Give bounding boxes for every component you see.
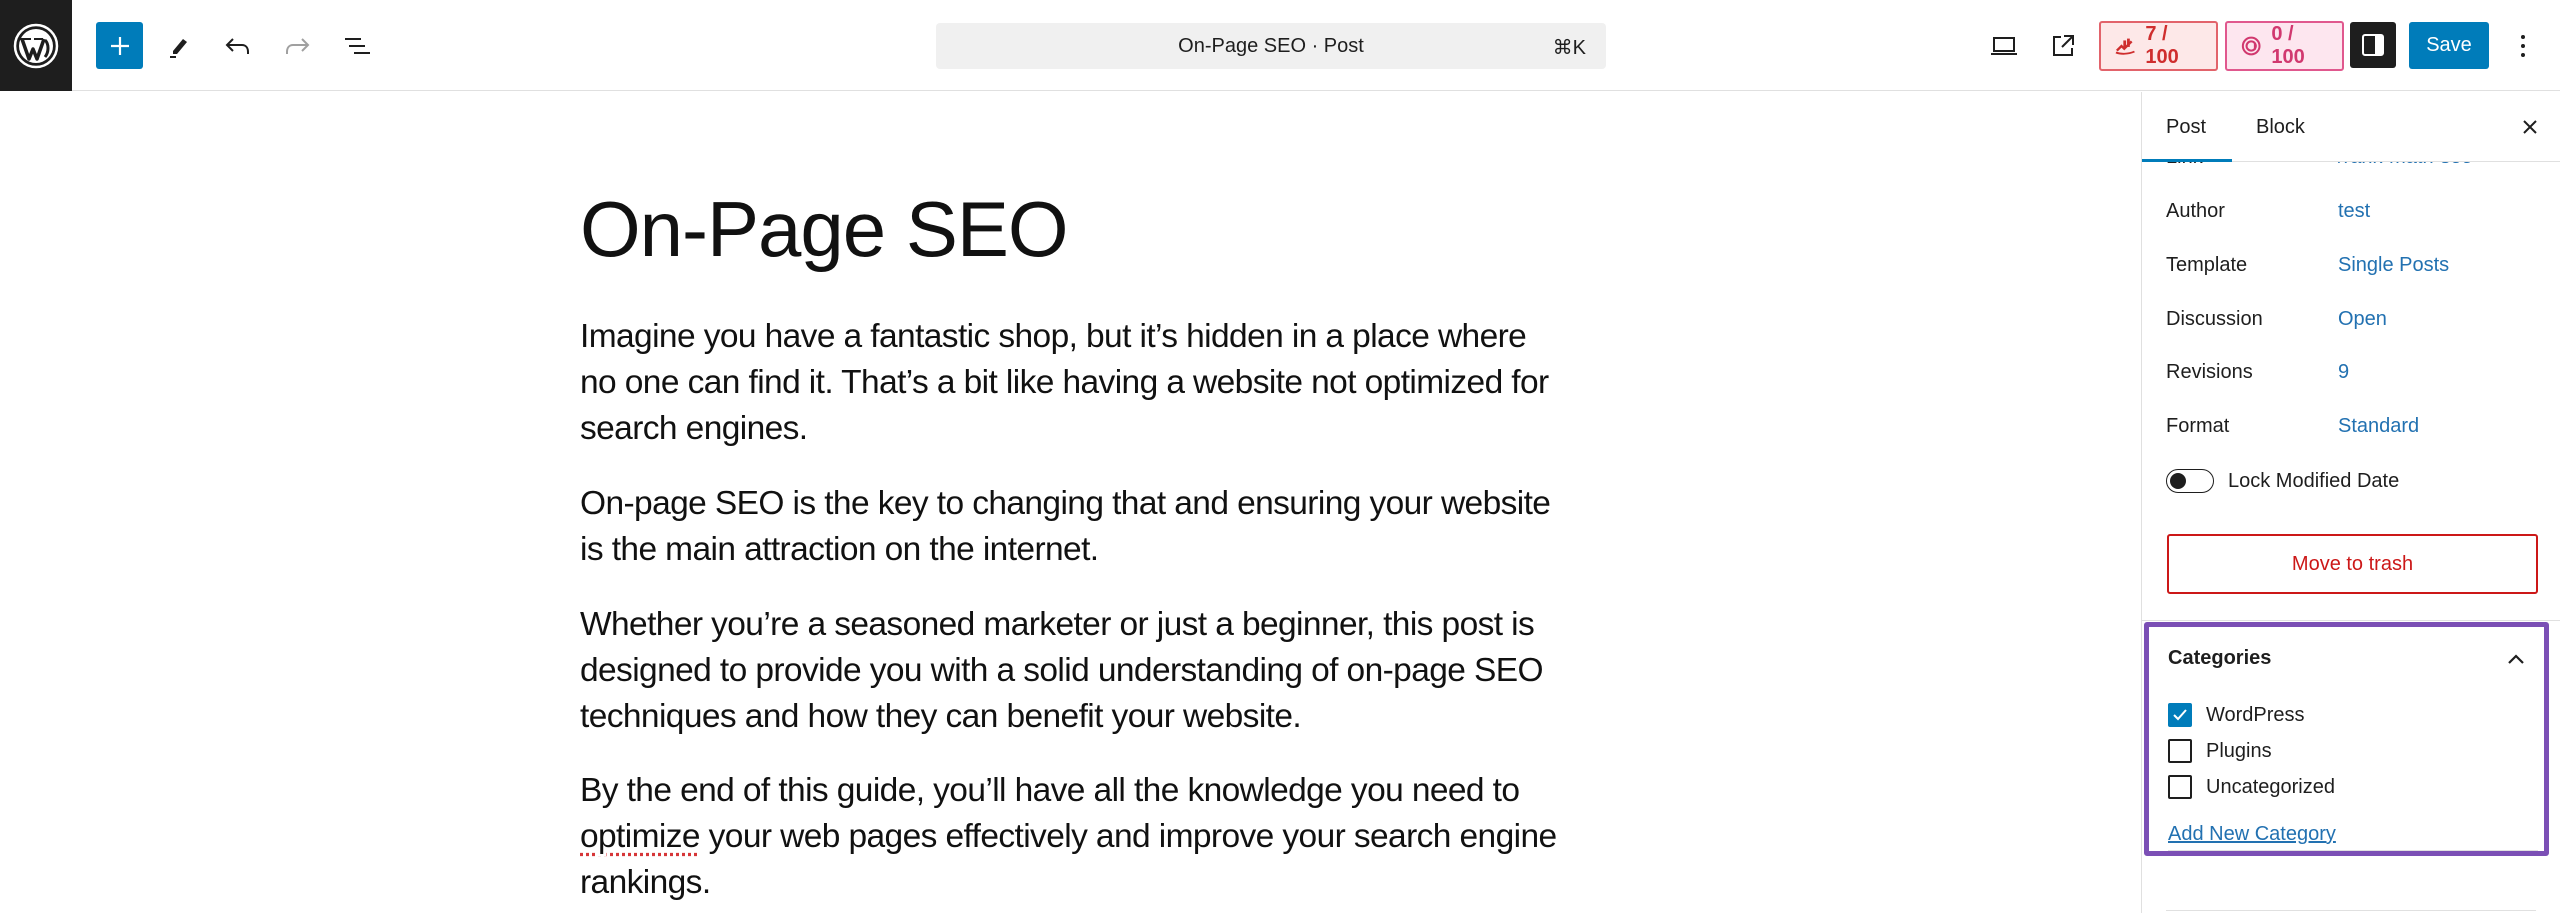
post-title[interactable]: On-Page SEO xyxy=(580,184,1069,275)
command-palette-button[interactable]: On-Page SEO · Post ⌘K xyxy=(936,23,1606,69)
category-label: Uncategorized xyxy=(2206,775,2335,798)
laptop-icon xyxy=(1990,36,2017,55)
lock-modified-date-toggle[interactable] xyxy=(2166,469,2214,493)
category-uncategorized[interactable]: Uncategorized xyxy=(2168,774,2335,800)
ai-score-value: 0 / 100 xyxy=(2271,23,2305,68)
seo-score-value: 7 / 100 xyxy=(2145,23,2179,68)
discussion-label: Discussion xyxy=(2166,308,2263,330)
save-button[interactable]: Save xyxy=(2409,22,2489,69)
category-checkbox[interactable] xyxy=(2168,775,2192,799)
view-post-button[interactable] xyxy=(2039,22,2086,69)
plus-icon xyxy=(110,36,129,55)
format-label: Format xyxy=(2166,415,2230,437)
paragraph-text: your web pages effectively and improve y… xyxy=(580,818,1557,901)
rank-math-seo-score-button[interactable]: 7 / 100 xyxy=(2099,21,2218,71)
tab-block[interactable]: Block xyxy=(2256,92,2305,162)
tools-button[interactable] xyxy=(155,22,202,69)
block-inserter-button[interactable] xyxy=(96,22,143,69)
category-plugins[interactable]: Plugins xyxy=(2168,738,2272,764)
external-link-icon xyxy=(2052,34,2074,56)
categories-title[interactable]: Categories xyxy=(2168,647,2271,670)
paragraph-block[interactable]: By the end of this guide, you’ll have al… xyxy=(580,768,1560,906)
pencil-icon xyxy=(169,38,187,58)
discussion-value[interactable]: Open xyxy=(2338,308,2387,331)
lock-modified-date-label: Lock Modified Date xyxy=(2228,469,2400,492)
editor-header: On-Page SEO · Post ⌘K 7 / 100 0 / 100 Sa… xyxy=(0,0,2560,91)
categories-panel: Categories WordPress Plugins Uncategoriz… xyxy=(2144,622,2549,856)
divider xyxy=(2168,850,2538,851)
document-overview-button[interactable] xyxy=(333,22,380,69)
author-row: Author test xyxy=(2166,196,2546,226)
list-view-icon xyxy=(344,37,370,54)
category-label: Plugins xyxy=(2206,739,2272,762)
rank-math-icon xyxy=(2115,38,2135,55)
options-menu-button[interactable] xyxy=(2508,22,2538,69)
format-value[interactable]: Standard xyxy=(2338,415,2419,438)
category-checkbox[interactable] xyxy=(2168,703,2192,727)
document-title-label: On-Page SEO · Post xyxy=(1178,34,1364,57)
content-ai-score-button[interactable]: 0 / 100 xyxy=(2225,21,2344,71)
paragraph-text: By the end of this guide, you’ll have al… xyxy=(580,772,1520,809)
section-divider xyxy=(2142,620,2560,621)
misspelled-word[interactable]: optimize xyxy=(580,818,701,855)
move-to-trash-label: Move to trash xyxy=(2291,552,2414,575)
save-label: Save xyxy=(2426,34,2472,56)
vertical-ellipsis-icon xyxy=(2521,34,2525,57)
settings-toggle-button[interactable] xyxy=(2350,22,2396,68)
collapse-categories-button[interactable] xyxy=(2502,645,2530,673)
close-sidebar-button[interactable] xyxy=(2511,108,2549,146)
active-tab-indicator xyxy=(2142,159,2232,162)
lock-modified-date-row: Lock Modified Date xyxy=(2166,466,2399,496)
redo-icon xyxy=(285,37,309,54)
move-to-trash-button[interactable]: Move to trash xyxy=(2167,534,2538,594)
wordpress-logo-icon xyxy=(13,23,59,68)
tab-block-label: Block xyxy=(2256,115,2305,138)
format-row: Format Standard xyxy=(2166,411,2546,441)
redo-button[interactable] xyxy=(273,22,320,69)
revisions-row: Revisions 9 xyxy=(2166,357,2546,387)
author-label: Author xyxy=(2166,200,2225,222)
paragraph-block[interactable]: On-page SEO is the key to changing that … xyxy=(580,481,1560,573)
add-new-category-link[interactable]: Add New Category xyxy=(2168,823,2336,846)
close-icon xyxy=(2523,120,2537,134)
content-ai-icon xyxy=(2241,36,2261,56)
category-wordpress[interactable]: WordPress xyxy=(2168,702,2305,728)
paragraph-block[interactable]: Imagine you have a fantastic shop, but i… xyxy=(580,314,1560,452)
template-row: Template Single Posts xyxy=(2166,250,2546,280)
paragraph-block[interactable]: Whether you’re a seasoned marketer or ju… xyxy=(580,602,1560,740)
tab-post-label: Post xyxy=(2166,115,2207,138)
chevron-up-icon xyxy=(2508,654,2524,664)
checkmark-icon xyxy=(2173,709,2187,721)
undo-icon xyxy=(225,37,249,54)
tab-post[interactable]: Post xyxy=(2166,92,2206,162)
template-label: Template xyxy=(2166,254,2248,276)
keyboard-shortcut: ⌘K xyxy=(1552,37,1586,59)
category-label: WordPress xyxy=(2206,703,2305,726)
view-button[interactable] xyxy=(1980,22,2027,69)
sidebar-toggle-icon xyxy=(2362,34,2384,56)
category-checkbox[interactable] xyxy=(2168,739,2192,763)
divider xyxy=(2166,910,2536,911)
revisions-label: Revisions xyxy=(2166,361,2253,383)
template-value[interactable]: Single Posts xyxy=(2338,254,2449,277)
sidebar-tabs: Post Block xyxy=(2142,92,2560,162)
revisions-value[interactable]: 9 xyxy=(2338,361,2349,384)
undo-button[interactable] xyxy=(214,22,261,69)
toggle-knob xyxy=(2170,473,2186,489)
wordpress-logo-button[interactable] xyxy=(0,0,72,91)
author-value[interactable]: test xyxy=(2338,200,2370,223)
discussion-row: Discussion Open xyxy=(2166,304,2546,334)
